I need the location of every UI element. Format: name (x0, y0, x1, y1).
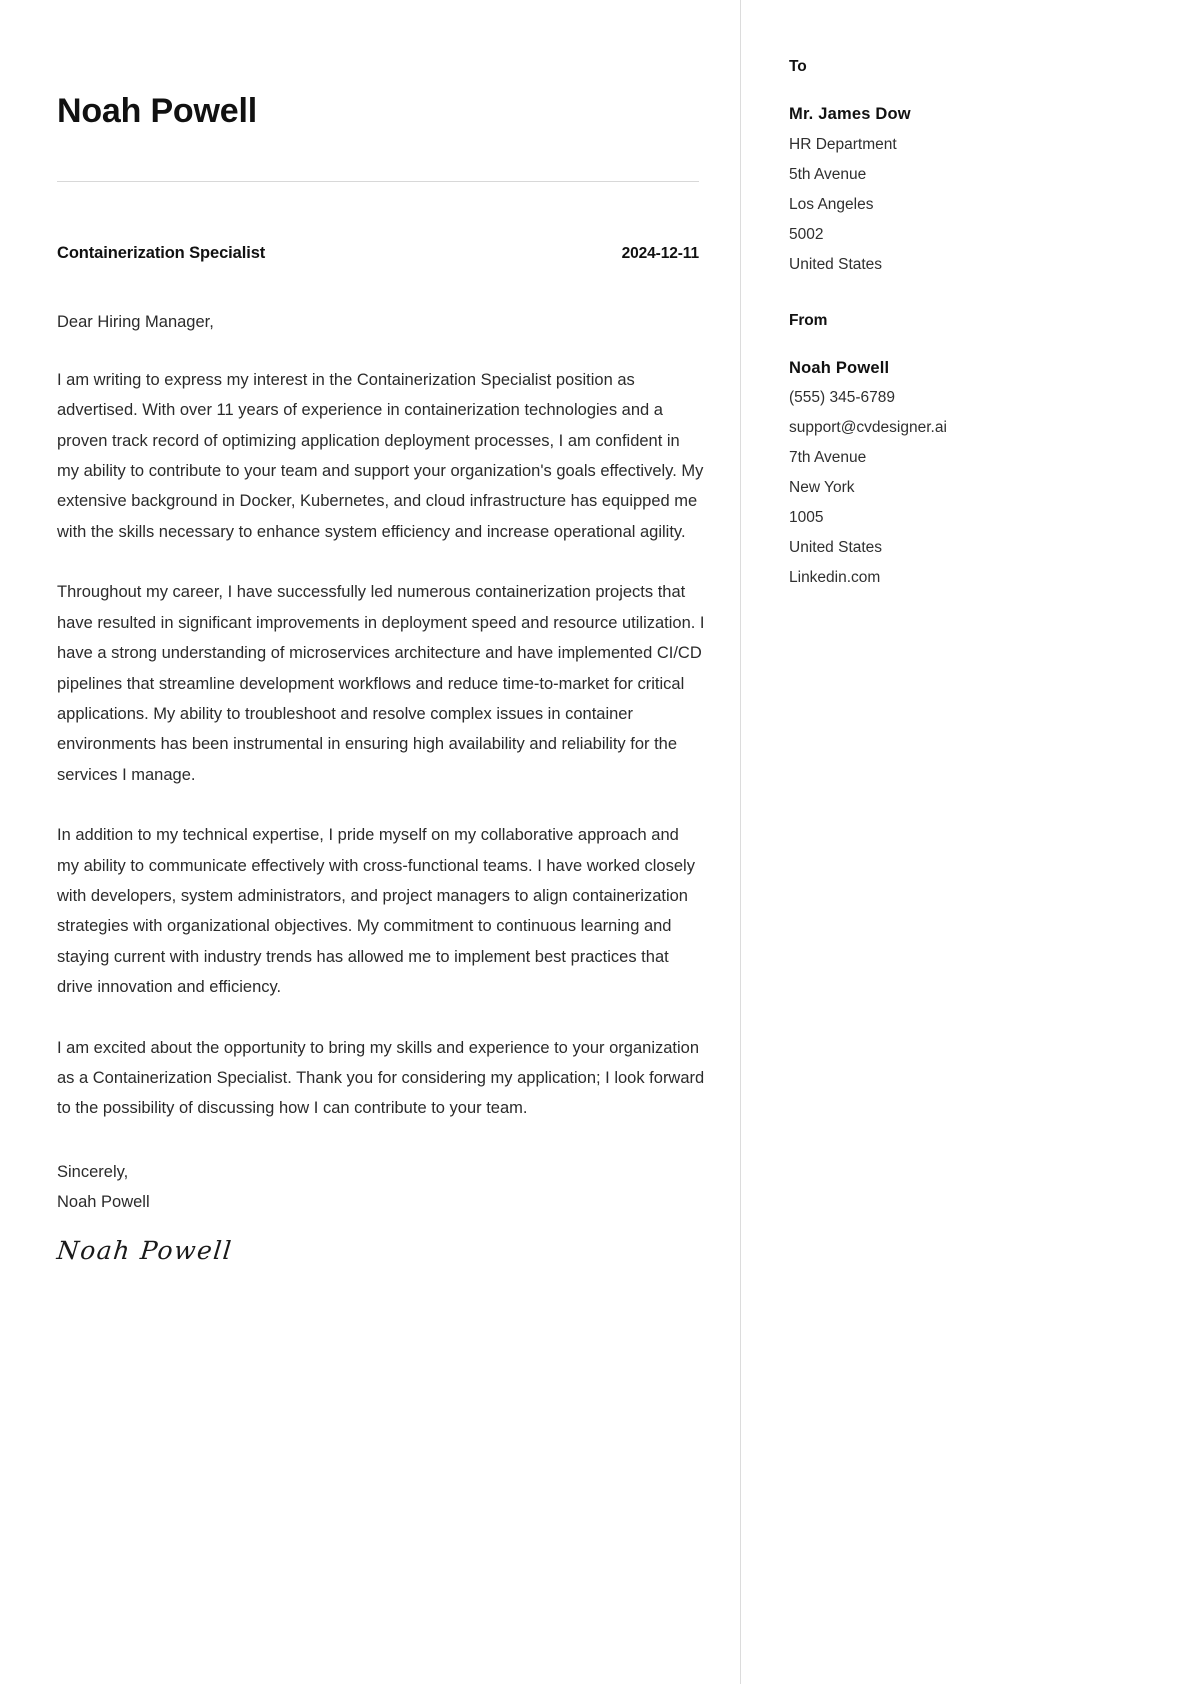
address-sidebar: To Mr. James Dow HR Department 5th Avenu… (741, 0, 1200, 1684)
closing-word: Sincerely, (57, 1162, 129, 1181)
recipient-line: Los Angeles (789, 195, 874, 213)
page-title: Noah Powell (57, 92, 257, 130)
sender-email: support@cvdesigner.ai (789, 419, 947, 437)
recipient-line: HR Department (789, 135, 897, 153)
sender-line: United States (789, 539, 883, 557)
job-title: Containerization Specialist (57, 244, 266, 263)
header-divider-rule (57, 181, 699, 183)
letter-paragraph-4: I am excited about the opportunity to br… (57, 1038, 705, 1118)
sender-phone: (555) 345-6789 (789, 389, 895, 407)
letter-main-column: Noah Powell Containerization Specialist … (0, 0, 740, 1684)
signature-image: Noah Powell (55, 1235, 234, 1265)
from-heading: From (789, 311, 828, 329)
letter-paragraph-1: I am writing to express my interest in t… (57, 370, 704, 541)
recipient-block: To Mr. James Dow HR Department 5th Avenu… (789, 58, 1170, 280)
cover-letter-page: Noah Powell Containerization Specialist … (0, 0, 1200, 1684)
letter-date: 2024-12-11 (621, 245, 700, 263)
salutation: Dear Hiring Manager, (57, 313, 214, 332)
closing-block: Sincerely, Noah Powell (57, 1157, 698, 1218)
subject-row: Containerization Specialist 2024-12-11 (57, 244, 699, 263)
sender-name: Noah Powell (789, 358, 890, 377)
sender-line: 1005 (789, 509, 824, 527)
letter-paragraph-3: In addition to my technical expertise, I… (57, 826, 695, 997)
sender-website: Linkedin.com (789, 569, 881, 587)
to-heading: To (789, 58, 807, 75)
closing-name: Noah Powell (57, 1193, 150, 1212)
sender-line: New York (789, 479, 855, 497)
recipient-line: United States (789, 255, 883, 273)
sender-line: 7th Avenue (789, 449, 867, 467)
recipient-line: 5th Avenue (789, 165, 867, 183)
letter-paragraph-2: Throughout my career, I have successfull… (57, 583, 705, 784)
recipient-name: Mr. James Dow (789, 105, 911, 123)
sender-block: From Noah Powell (555) 345-6789 support@… (789, 312, 1170, 594)
recipient-line: 5002 (789, 225, 824, 243)
